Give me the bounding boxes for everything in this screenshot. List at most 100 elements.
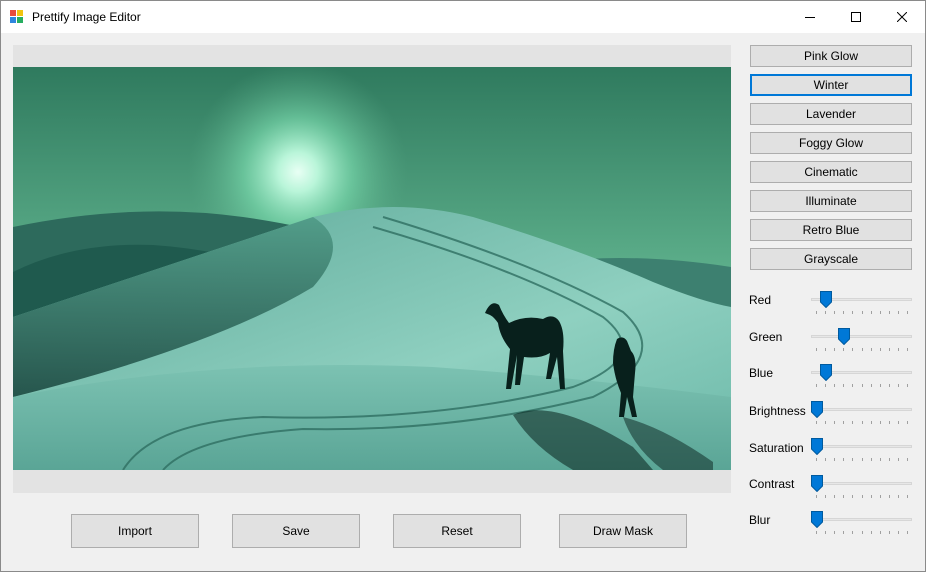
slider-tick <box>834 421 836 424</box>
slider-tick <box>834 458 836 461</box>
slider-tick <box>888 348 890 351</box>
draw-mask-button[interactable]: Draw Mask <box>559 514 687 548</box>
slider-tick <box>816 531 817 534</box>
slider-thumb[interactable] <box>811 475 823 492</box>
contrast-slider[interactable] <box>811 475 913 505</box>
slider-tick <box>870 495 872 498</box>
slider-tick <box>907 495 908 498</box>
slider-tick <box>870 458 872 461</box>
contrast-slider-label: Contrast <box>749 477 795 491</box>
slider-tick <box>861 421 863 424</box>
slider-tick <box>879 384 881 387</box>
slider-tick <box>834 311 836 314</box>
save-button[interactable]: Save <box>232 514 360 548</box>
filter-cinematic-button[interactable]: Cinematic <box>750 161 912 183</box>
red-slider-label: Red <box>749 293 772 307</box>
title-bar[interactable]: Prettify Image Editor <box>1 1 925 33</box>
slider-tick <box>861 495 863 498</box>
slider-thumb[interactable] <box>811 401 823 418</box>
slider-tick <box>825 531 827 534</box>
slider-tick <box>852 348 854 351</box>
slider-tick <box>843 311 845 314</box>
slider-tick <box>870 384 872 387</box>
slider-tick <box>843 348 845 351</box>
red-slider[interactable] <box>811 291 913 321</box>
slider-thumb[interactable] <box>819 364 832 381</box>
slider-tick <box>907 458 908 461</box>
window-title: Prettify Image Editor <box>32 10 141 24</box>
slider-tick <box>879 458 881 461</box>
slider-thumb[interactable] <box>811 438 823 455</box>
slider-tick <box>852 531 854 534</box>
brightness-slider-label: Brightness <box>749 404 806 418</box>
filter-winter-button[interactable]: Winter <box>750 74 912 96</box>
filter-grayscale-button[interactable]: Grayscale <box>750 248 912 270</box>
slider-tick <box>879 348 881 351</box>
slider-tick <box>843 531 845 534</box>
slider-tick <box>834 384 836 387</box>
slider-tick <box>907 384 908 387</box>
slider-tick <box>834 495 836 498</box>
maximize-button[interactable] <box>833 1 879 33</box>
slider-tick <box>834 348 836 351</box>
slider-tick <box>834 531 836 534</box>
filter-pink-glow-button[interactable]: Pink Glow <box>750 45 912 67</box>
slider-tick <box>897 495 899 498</box>
minimize-icon <box>805 17 815 18</box>
slider-tick <box>888 531 890 534</box>
slider-thumb[interactable] <box>819 291 832 308</box>
reset-button[interactable]: Reset <box>393 514 521 548</box>
filter-lavender-button[interactable]: Lavender <box>750 103 912 125</box>
green-slider[interactable] <box>811 328 913 358</box>
minimize-button[interactable] <box>787 1 833 33</box>
slider-tick <box>879 531 881 534</box>
slider-tick <box>888 311 890 314</box>
slider-tick <box>843 495 845 498</box>
slider-tick <box>861 531 863 534</box>
slider-tick <box>843 384 845 387</box>
slider-tick <box>888 384 890 387</box>
slider-tick <box>861 311 863 314</box>
slider-tick <box>852 421 854 424</box>
slider-tick <box>897 384 899 387</box>
blue-slider[interactable] <box>811 364 913 394</box>
slider-tick <box>870 348 872 351</box>
close-button[interactable] <box>879 1 925 33</box>
slider-tick <box>861 458 863 461</box>
blur-slider-label: Blur <box>749 513 771 527</box>
preview-image[interactable] <box>13 67 731 470</box>
slider-tick <box>861 384 863 387</box>
slider-tick <box>907 531 908 534</box>
slider-tick <box>816 384 817 387</box>
slider-thumb[interactable] <box>837 328 850 345</box>
slider-tick <box>816 311 817 314</box>
slider-tick <box>897 458 899 461</box>
slider-tick <box>825 421 827 424</box>
slider-tick <box>879 421 881 424</box>
brightness-slider[interactable] <box>811 401 913 431</box>
slider-tick <box>907 421 908 424</box>
filter-illuminate-button[interactable]: Illuminate <box>750 190 912 212</box>
blue-slider-label: Blue <box>749 366 774 380</box>
slider-tick <box>816 421 817 424</box>
slider-thumb[interactable] <box>811 511 823 528</box>
green-slider-label: Green <box>749 330 783 344</box>
slider-tick <box>852 495 854 498</box>
filter-foggy-glow-button[interactable]: Foggy Glow <box>750 132 912 154</box>
app-icon <box>10 10 24 24</box>
slider-tick <box>907 348 908 351</box>
import-button[interactable]: Import <box>71 514 199 548</box>
slider-tick <box>897 311 899 314</box>
slider-tick <box>888 495 890 498</box>
slider-tick <box>897 348 899 351</box>
slider-tick <box>870 421 872 424</box>
slider-tick <box>825 348 827 351</box>
saturation-slider[interactable] <box>811 438 913 468</box>
blur-slider[interactable] <box>811 511 913 541</box>
slider-tick <box>870 311 872 314</box>
filter-retro-blue-button[interactable]: Retro Blue <box>750 219 912 241</box>
slider-tick <box>897 531 899 534</box>
slider-tick <box>843 458 845 461</box>
slider-tick <box>816 495 817 498</box>
slider-tick <box>852 311 854 314</box>
